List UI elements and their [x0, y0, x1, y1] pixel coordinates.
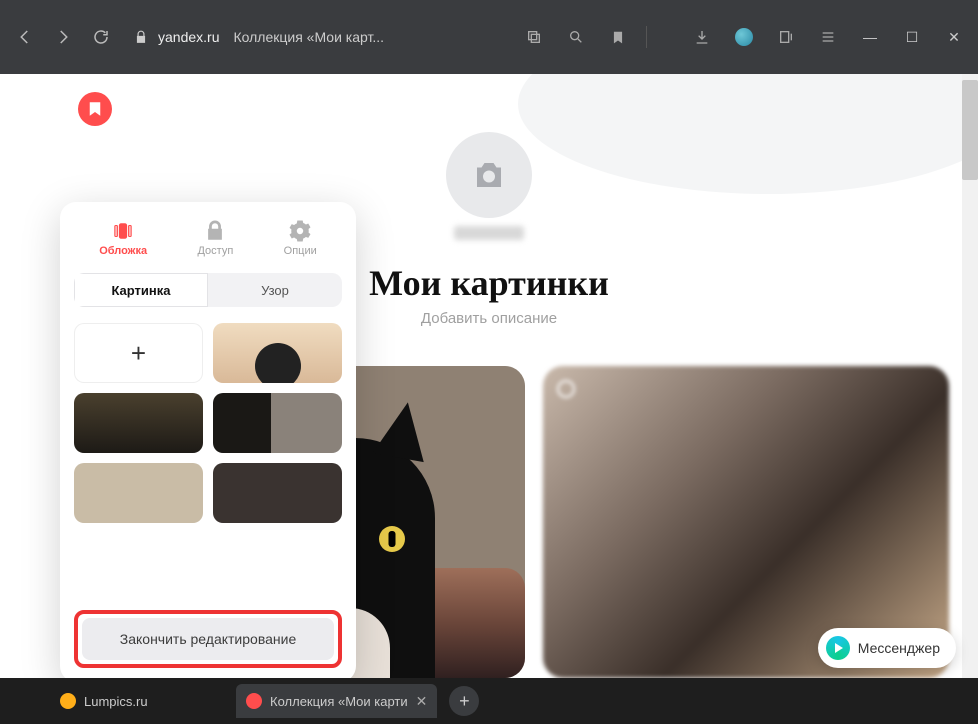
window-minimize-button[interactable]: — — [856, 23, 884, 51]
cover-thumbnail[interactable] — [213, 463, 342, 523]
username-blurred — [454, 226, 524, 240]
highlight-frame: Закончить редактирование — [74, 610, 342, 668]
page-content: Мои картинки Добавить описание Обложка Д… — [0, 74, 978, 678]
bookmark-icon[interactable] — [604, 23, 632, 51]
browser-tabstrip: Lumpics.ru Коллекция «Мои карти ✕ + — [0, 678, 978, 724]
nav-reload-button[interactable] — [86, 22, 116, 52]
tab-title: Коллекция «Мои карти — [270, 694, 408, 709]
messenger-label: Мессенджер — [858, 640, 940, 656]
downloads-icon[interactable] — [688, 23, 716, 51]
lock-icon — [134, 30, 148, 44]
finish-editing-button[interactable]: Закончить редактирование — [82, 618, 334, 660]
menu-icon[interactable] — [814, 23, 842, 51]
favicon-icon — [246, 693, 262, 709]
scroll-thumb[interactable] — [962, 80, 978, 180]
browser-toolbar: yandex.ru Коллекция «Мои карт... — ☐ ✕ — [0, 0, 978, 74]
extensions-icon[interactable] — [772, 23, 800, 51]
browser-tab-active[interactable]: Коллекция «Мои карти ✕ — [236, 684, 437, 718]
tab-cover-label: Обложка — [99, 245, 147, 257]
nav-forward-button[interactable] — [48, 22, 78, 52]
camera-icon — [471, 157, 507, 193]
gear-icon — [289, 220, 311, 242]
messenger-icon — [826, 636, 850, 660]
collection-title: Мои картинки — [369, 262, 609, 304]
page-title-bar: Коллекция «Мои карт... — [233, 29, 384, 45]
browser-tab[interactable]: Lumpics.ru — [50, 684, 230, 718]
scrollbar[interactable] — [962, 74, 978, 678]
separator — [646, 26, 674, 48]
cover-thumbnail-grid: + — [74, 323, 342, 523]
tab-options-label: Опции — [284, 245, 317, 257]
add-description-link[interactable]: Добавить описание — [421, 310, 557, 327]
segment-pattern[interactable]: Узор — [208, 273, 342, 307]
cover-thumbnail[interactable] — [74, 463, 203, 523]
panel-tab-row: Обложка Доступ Опции — [74, 220, 342, 257]
nav-back-button[interactable] — [10, 22, 40, 52]
messenger-button[interactable]: Мессенджер — [818, 628, 956, 668]
duplicate-icon[interactable] — [520, 23, 548, 51]
cover-icon — [112, 220, 134, 242]
tab-close-button[interactable]: ✕ — [416, 693, 428, 710]
tab-title: Lumpics.ru — [84, 694, 148, 709]
cover-type-segment: Картинка Узор — [74, 273, 342, 307]
cover-thumbnail[interactable] — [74, 393, 203, 453]
cover-edit-panel: Обложка Доступ Опции Картинка Узор + За — [60, 202, 356, 678]
favicon-icon — [60, 693, 76, 709]
zen-icon[interactable] — [730, 23, 758, 51]
collections-logo-icon[interactable] — [78, 92, 112, 126]
window-maximize-button[interactable]: ☐ — [898, 23, 926, 51]
tab-access[interactable]: Доступ — [197, 220, 233, 257]
segment-picture[interactable]: Картинка — [74, 273, 208, 307]
cover-thumbnail[interactable] — [213, 323, 342, 383]
decorative-shape — [518, 74, 978, 194]
url-domain[interactable]: yandex.ru — [158, 29, 219, 45]
tab-options[interactable]: Опции — [284, 220, 317, 257]
new-tab-button[interactable]: + — [449, 686, 479, 716]
tab-cover[interactable]: Обложка — [99, 220, 147, 257]
cover-thumbnail[interactable] — [213, 393, 342, 453]
search-icon[interactable] — [562, 23, 590, 51]
tab-access-label: Доступ — [197, 245, 233, 257]
add-cover-button[interactable]: + — [74, 323, 203, 383]
lock-icon — [204, 220, 226, 242]
loading-indicator-icon — [557, 380, 575, 398]
avatar-placeholder[interactable] — [443, 129, 535, 221]
window-close-button[interactable]: ✕ — [940, 23, 968, 51]
